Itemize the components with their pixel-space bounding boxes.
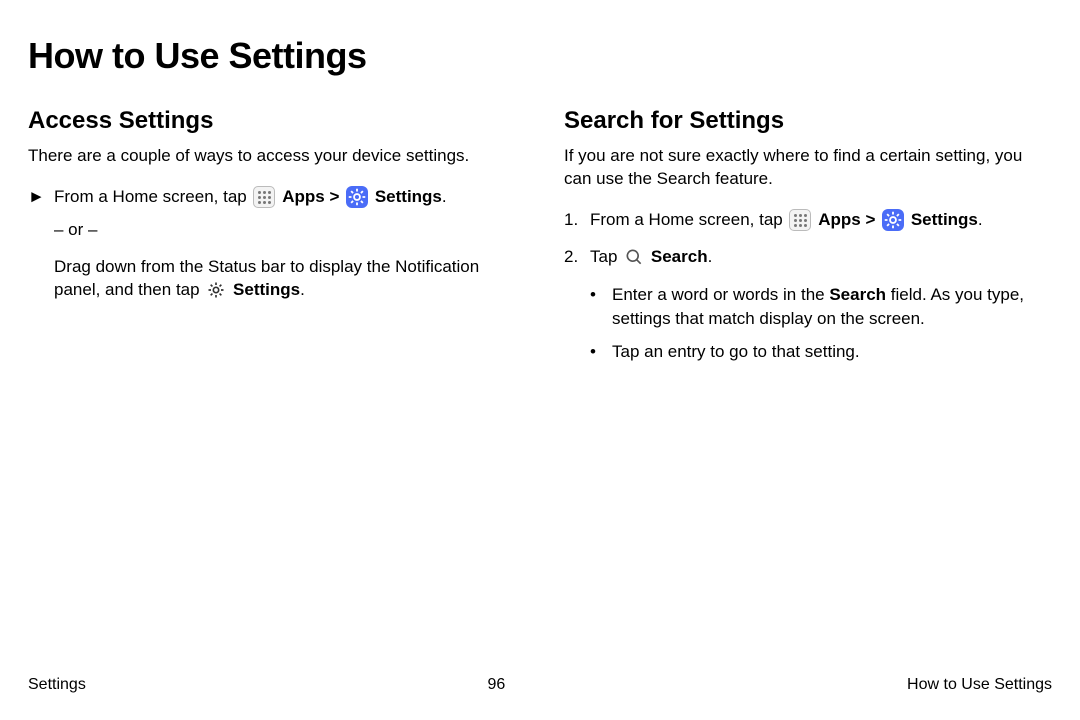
b1a: Enter a word or words in the [612, 285, 829, 304]
page-title: How to Use Settings [28, 35, 1052, 77]
settings-label: Settings [375, 187, 442, 206]
apps-icon [253, 186, 275, 208]
step-1-number: 1. [564, 209, 590, 232]
drag-instruction: Drag down from the Status bar to display… [54, 256, 516, 302]
search-step-1-body: From a Home screen, tap Apps > Settings. [590, 209, 1052, 232]
access-intro: There are a couple of ways to access you… [28, 145, 516, 168]
right-column: Search for Settings If you are not sure … [564, 107, 1052, 374]
bullet-2-body: Tap an entry to go to that setting. [612, 340, 860, 364]
drag-period: . [300, 280, 305, 299]
step-2-number: 2. [564, 246, 590, 269]
search-intro: If you are not sure exactly where to fin… [564, 145, 1052, 191]
bullet-2: • Tap an entry to go to that setting. [590, 340, 1052, 364]
search-heading: Search for Settings [564, 107, 1052, 135]
content-columns: Access Settings There are a couple of wa… [28, 107, 1052, 374]
settings-label: Settings [911, 210, 978, 229]
settings-gear-icon [206, 280, 226, 300]
footer-page-number: 96 [488, 676, 506, 694]
drag-settings-label: Settings [233, 280, 300, 299]
search-icon [624, 247, 644, 267]
s1-prefix: From a Home screen, tap [590, 210, 787, 229]
access-step-prefix: From a Home screen, tap [54, 187, 251, 206]
footer-right: How to Use Settings [907, 676, 1052, 694]
page-footer: Settings 96 How to Use Settings [28, 676, 1052, 694]
separator: > [865, 210, 880, 229]
access-step: ► From a Home screen, tap Apps > Setting… [28, 186, 516, 302]
b1b: Search [829, 285, 886, 304]
s2-prefix: Tap [590, 247, 622, 266]
period: . [708, 247, 713, 266]
bullet-dot-icon: • [590, 340, 612, 364]
settings-blue-icon [882, 209, 904, 231]
apps-icon [789, 209, 811, 231]
play-marker-icon: ► [28, 186, 54, 209]
search-step-2-body: Tap Search. [590, 246, 1052, 269]
footer-left: Settings [28, 676, 86, 694]
bullet-1: • Enter a word or words in the Search fi… [590, 283, 1052, 331]
search-step-1: 1. From a Home screen, tap Apps > Settin… [564, 209, 1052, 232]
search-label: Search [651, 247, 708, 266]
bullet-1-body: Enter a word or words in the Search fiel… [612, 283, 1052, 331]
access-step-body: From a Home screen, tap Apps > Settings.… [54, 186, 516, 302]
left-column: Access Settings There are a couple of wa… [28, 107, 516, 374]
search-step-2: 2. Tap Search. [564, 246, 1052, 269]
or-text: – or – [54, 219, 516, 242]
bullet-dot-icon: • [590, 283, 612, 307]
period: . [978, 210, 983, 229]
apps-label: Apps [282, 187, 325, 206]
access-heading: Access Settings [28, 107, 516, 135]
settings-blue-icon [346, 186, 368, 208]
apps-label: Apps [818, 210, 861, 229]
period: . [442, 187, 447, 206]
separator: > [329, 187, 344, 206]
